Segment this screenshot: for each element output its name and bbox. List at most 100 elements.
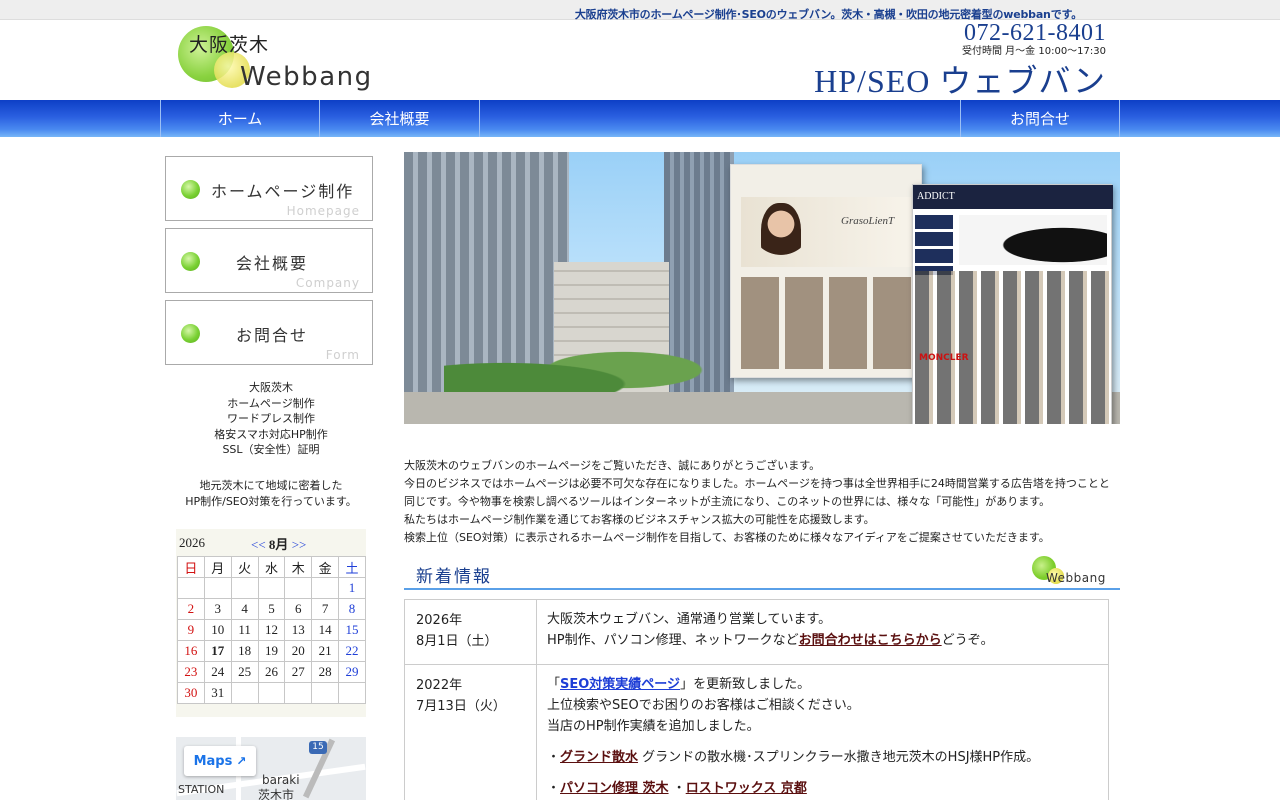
calendar-next-button[interactable]: >> xyxy=(292,537,307,552)
calendar-day[interactable]: 2 xyxy=(177,598,205,620)
intro-paragraph: 今日のビジネスではホームページは必要不可欠な存在になりました。ホームページを持つ… xyxy=(404,477,1110,508)
calendar-day[interactable]: 11 xyxy=(230,619,259,641)
sidebar-button-homepage[interactable]: ホームページ制作 Homepage xyxy=(165,156,373,221)
calendar-prev-button[interactable]: << xyxy=(251,537,266,552)
calendar-day[interactable]: 15 xyxy=(338,619,366,641)
nav-company[interactable]: 会社概要 xyxy=(320,100,480,137)
calendar-day xyxy=(257,577,286,599)
calendar-day[interactable]: 20 xyxy=(284,640,313,662)
calendar-day[interactable]: 13 xyxy=(284,619,313,641)
calendar-day[interactable]: 18 xyxy=(230,640,259,662)
google-map[interactable]: 15 Maps ↗ baraki STATION 茨木市 xyxy=(176,737,366,800)
calendar-day[interactable]: 3 xyxy=(203,598,232,620)
news-date: 2022年 7月13日（火） xyxy=(404,664,537,800)
news-day: 8月1日（土） xyxy=(416,634,498,649)
calendar-weekday-row: 日 月 火 水 木 金 土 xyxy=(177,556,366,578)
calendar-day[interactable]: 22 xyxy=(338,640,366,662)
calendar-day[interactable]: 29 xyxy=(338,661,366,683)
calendar-day[interactable]: 17 xyxy=(203,640,232,662)
mini-logo-text: Webbang xyxy=(1046,571,1106,585)
calendar-day[interactable]: 27 xyxy=(284,661,313,683)
news-text: 」を更新致しました。 xyxy=(680,677,811,692)
screenshot-logo: GrasoLienT xyxy=(841,215,895,227)
calendar-day[interactable]: 8 xyxy=(338,598,366,620)
news-text: HP制作、パソコン修理、ネットワークなど xyxy=(547,633,799,648)
service-item: ワードプレス制作 xyxy=(227,412,315,425)
calendar: 2026 << 8月 >> 日 月 火 水 木 金 土 1 2 3 4 5 6 7 8 9 10 1… xyxy=(176,529,366,717)
calendar-day[interactable]: 30 xyxy=(177,682,205,704)
calendar-day[interactable]: 19 xyxy=(257,640,286,662)
screenshot-header: ADDICT xyxy=(913,185,1113,209)
calendar-day[interactable]: 24 xyxy=(203,661,232,683)
sidebar-button-company[interactable]: 会社概要 Company xyxy=(165,228,373,293)
news-row: 2026年 8月1日（土） 大阪茨木ウェブバン、通常通り営業しています。 HP制… xyxy=(404,599,1109,665)
ground-sprinkler-link[interactable]: グランド散水 xyxy=(560,750,638,765)
calendar-day xyxy=(284,577,313,599)
calendar-day xyxy=(177,577,205,599)
news-line: 大阪茨木ウェブバン、通常通り営業しています。 xyxy=(547,612,832,627)
intro-paragraph: 大阪茨木のウェブバンのホームページをご覧いただき、誠にありがとうございます。 xyxy=(404,459,821,472)
news-table: 2026年 8月1日（土） 大阪茨木ウェブバン、通常通り営業しています。 HP制… xyxy=(404,599,1109,800)
news-row: 2022年 7月13日（火） 「SEO対策実績ページ」を更新致しました。 上位検… xyxy=(404,664,1109,800)
map-label: 茨木市 xyxy=(258,788,295,800)
screenshot-portrait xyxy=(761,203,801,263)
calendar-header: 2026 << 8月 >> xyxy=(176,529,366,555)
news-year: 2022年 xyxy=(416,678,463,693)
header-contact: 072-621-8401 受付時間 月～金 10:00～17:30 HP/SEO… xyxy=(814,20,1106,98)
calendar-day[interactable]: 31 xyxy=(203,682,232,704)
calendar-day[interactable]: 21 xyxy=(311,640,340,662)
news-text: ・ xyxy=(668,781,686,796)
calendar-day[interactable]: 1 xyxy=(338,577,366,599)
calendar-day[interactable]: 16 xyxy=(177,640,205,662)
news-line: 上位検索やSEOでお困りのお客様はご相談ください。 xyxy=(547,698,860,713)
weekday: 木 xyxy=(284,556,313,578)
calendar-week-row: 1 xyxy=(177,577,366,599)
calendar-day xyxy=(311,577,340,599)
seo-results-link[interactable]: SEO対策実績ページ xyxy=(560,677,680,692)
nav-contact[interactable]: お問合せ xyxy=(960,100,1120,137)
bullet-dot: ・ xyxy=(547,750,561,765)
calendar-day[interactable]: 9 xyxy=(177,619,205,641)
news-body: 「SEO対策実績ページ」を更新致しました。 上位検索やSEOでお困りのお客様はご… xyxy=(536,664,1109,800)
news-day: 7月13日（火） xyxy=(416,699,506,714)
calendar-day[interactable]: 14 xyxy=(311,619,340,641)
hero-website-screenshot: ADDICT MONCLER xyxy=(912,184,1113,424)
calendar-day[interactable]: 4 xyxy=(230,598,259,620)
nav-home[interactable]: ホーム xyxy=(160,100,320,137)
news-line: 「SEO対策実績ページ」を更新致しました。 xyxy=(547,674,1098,695)
calendar-day[interactable]: 25 xyxy=(230,661,259,683)
phone-number[interactable]: 072-621-8401 xyxy=(814,20,1106,46)
news-bullet: ・グランド散水 グランドの散水機･スプリンクラー水撒き地元茨木のHSJ様HP作成… xyxy=(547,747,1098,768)
contact-link[interactable]: お問合わせはこちらから xyxy=(799,633,942,648)
top-strip: 大阪府茨木市のホームページ制作･SEOのウェブバン。茨木・高槻・吹田の地元密着型… xyxy=(0,0,1280,21)
sidebar-button-contact[interactable]: お問合せ Form xyxy=(165,300,373,365)
calendar-day xyxy=(230,682,259,704)
calendar-day[interactable]: 12 xyxy=(257,619,286,641)
screenshot-grid xyxy=(741,277,911,369)
calendar-day[interactable]: 10 xyxy=(203,619,232,641)
calendar-day[interactable]: 23 xyxy=(177,661,205,683)
calendar-day xyxy=(284,682,313,704)
news-year: 2026年 xyxy=(416,613,463,628)
lost-wax-link[interactable]: ロストワックス 京都 xyxy=(686,781,807,796)
green-dot-icon xyxy=(181,180,200,199)
map-label: STATION xyxy=(178,783,225,796)
calendar-day[interactable]: 5 xyxy=(257,598,286,620)
calendar-day[interactable]: 26 xyxy=(257,661,286,683)
weekday: 火 xyxy=(230,556,259,578)
open-in-maps-button[interactable]: Maps ↗ xyxy=(184,746,256,776)
bullet-dot: ・ xyxy=(547,781,561,796)
site-logo[interactable]: 大阪茨木 Webbang xyxy=(178,24,388,98)
calendar-days: 1 2 3 4 5 6 7 8 9 10 11 12 13 14 15 16 17 18 19 20 21 22 23 24 2… xyxy=(177,577,366,704)
service-item: 大阪茨木 xyxy=(249,381,293,394)
sidebar-service-list: 大阪茨木 ホームページ制作 ワードプレス制作 格安スマホ対応HP制作 SSL（安… xyxy=(165,380,377,458)
calendar-day[interactable]: 7 xyxy=(311,598,340,620)
calendar-grid: 日 月 火 水 木 金 土 1 2 3 4 5 6 7 8 9 10 11 12 13 14 15 16 17 1… xyxy=(177,556,366,704)
hero-website-screenshot: GrasoLienT xyxy=(730,164,922,378)
main-nav: ホーム 会社概要 お問合せ xyxy=(0,100,1280,137)
calendar-day[interactable]: 28 xyxy=(311,661,340,683)
calendar-day xyxy=(203,577,232,599)
sidebar-button-sublabel: Form xyxy=(325,348,360,362)
pc-repair-link[interactable]: パソコン修理 茨木 xyxy=(560,781,669,796)
calendar-day[interactable]: 6 xyxy=(284,598,313,620)
